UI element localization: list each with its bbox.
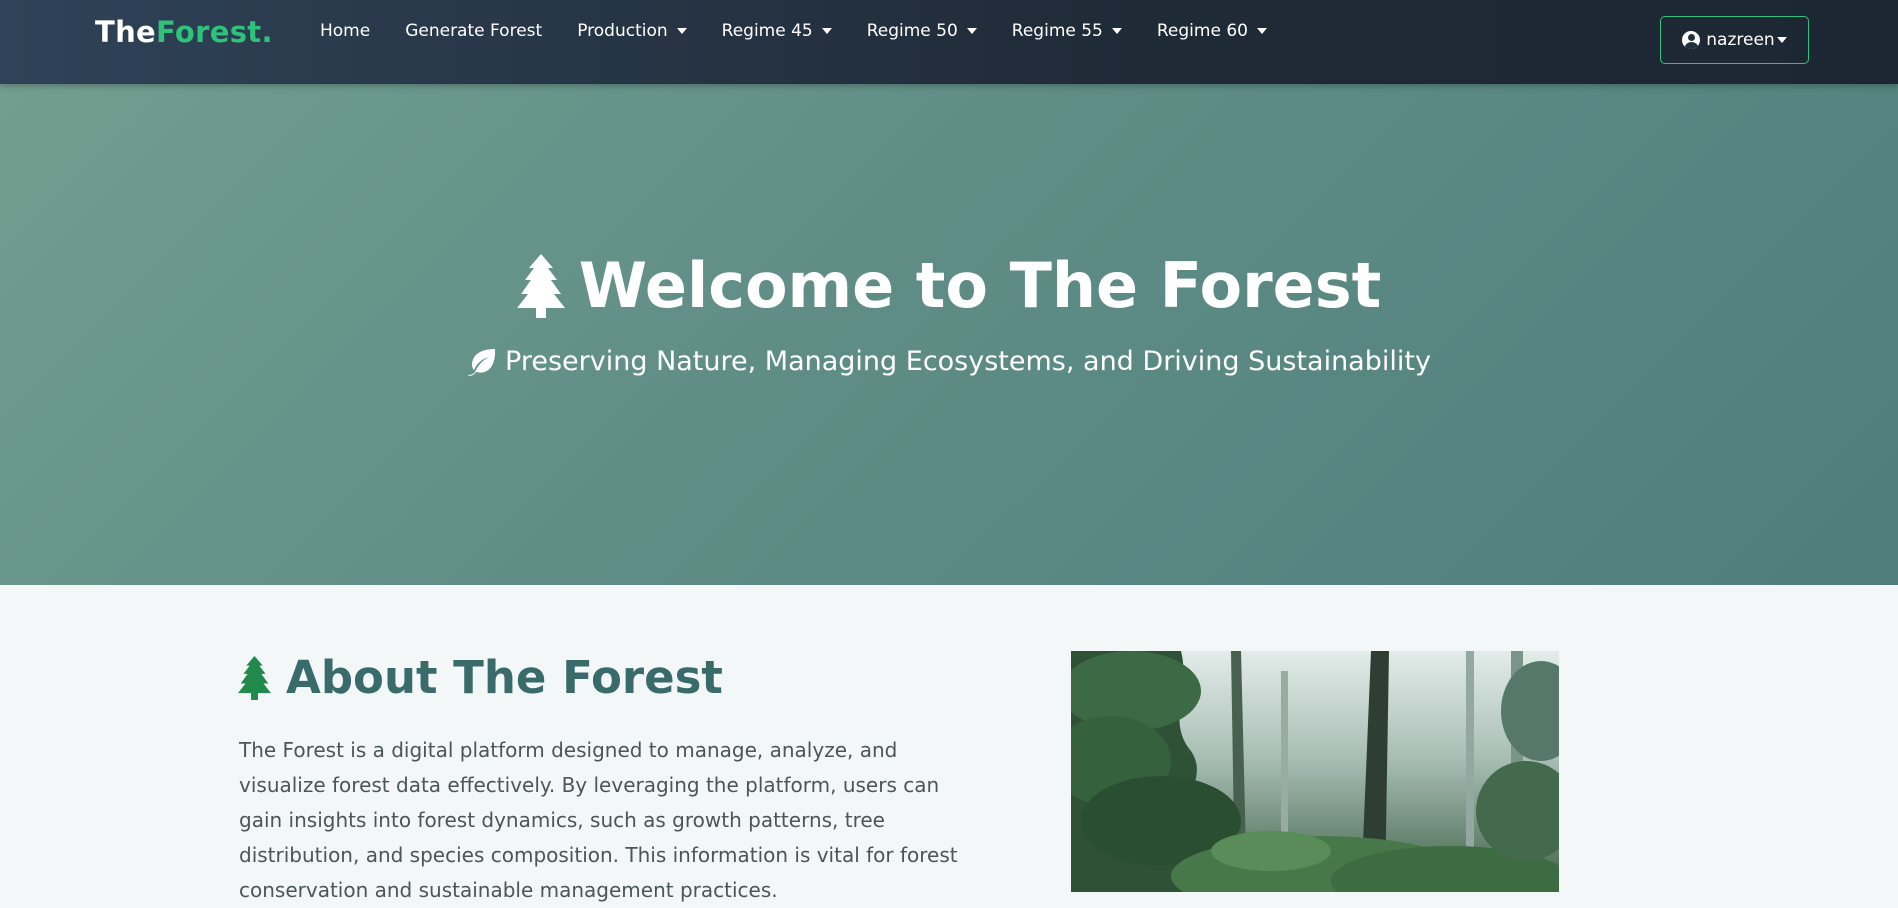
about-description: The Forest is a digital platform designe… [239,738,958,902]
caret-down-icon [1776,37,1787,43]
nav-item-label: Generate Forest [405,21,543,41]
nav-item-label: Production [577,21,668,41]
nav-item-label: Regime 50 [866,21,958,41]
nav-item-production[interactable]: Production [577,21,687,41]
caret-down-icon [1256,28,1267,34]
caret-down-icon [966,28,977,34]
leaf-icon [468,348,496,376]
nav-links: Home Generate Forest Production Regime 4… [320,0,1302,62]
brand-name-part1: The [95,15,156,49]
top-navbar: TheForest. Home Generate Forest Producti… [0,0,1898,84]
forest-illustration [1071,651,1559,892]
user-circle-icon [1682,31,1701,49]
nav-item-generate-forest[interactable]: Generate Forest [405,21,542,41]
nav-item-regime-50[interactable]: Regime 50 [867,21,977,41]
caret-down-icon [1111,28,1122,34]
forest-photo [1071,651,1559,892]
nav-item-label: Home [320,21,371,41]
tree-icon [238,655,271,700]
about-title: About The Forest [238,651,723,704]
user-name: nazreen [1706,30,1775,50]
nav-item-label: Regime 60 [1156,21,1248,41]
caret-down-icon [821,28,832,34]
hero-subtitle: Preserving Nature, Managing Ecosystems, … [0,346,1898,377]
hero-subtitle-text: Preserving Nature, Managing Ecosystems, … [505,346,1431,377]
tree-icon [516,253,565,318]
nav-item-label: Regime 55 [1011,21,1103,41]
nav-item-home[interactable]: Home [320,21,370,41]
caret-down-icon [676,28,687,34]
user-menu-button[interactable]: nazreen [1660,16,1809,64]
nav-item-label: Regime 45 [721,21,813,41]
nav-item-regime-60[interactable]: Regime 60 [1157,21,1267,41]
nav-item-regime-45[interactable]: Regime 45 [722,21,832,41]
nav-item-regime-55[interactable]: Regime 55 [1012,21,1122,41]
brand-logo[interactable]: TheForest. [95,15,273,49]
hero-title: Welcome to The Forest [0,249,1898,322]
about-title-text: About The Forest [286,651,723,704]
brand-name-part2: Forest. [156,15,273,49]
hero-banner: Welcome to The Forest Preserving Nature,… [0,84,1898,585]
hero-title-text: Welcome to The Forest [578,249,1382,322]
